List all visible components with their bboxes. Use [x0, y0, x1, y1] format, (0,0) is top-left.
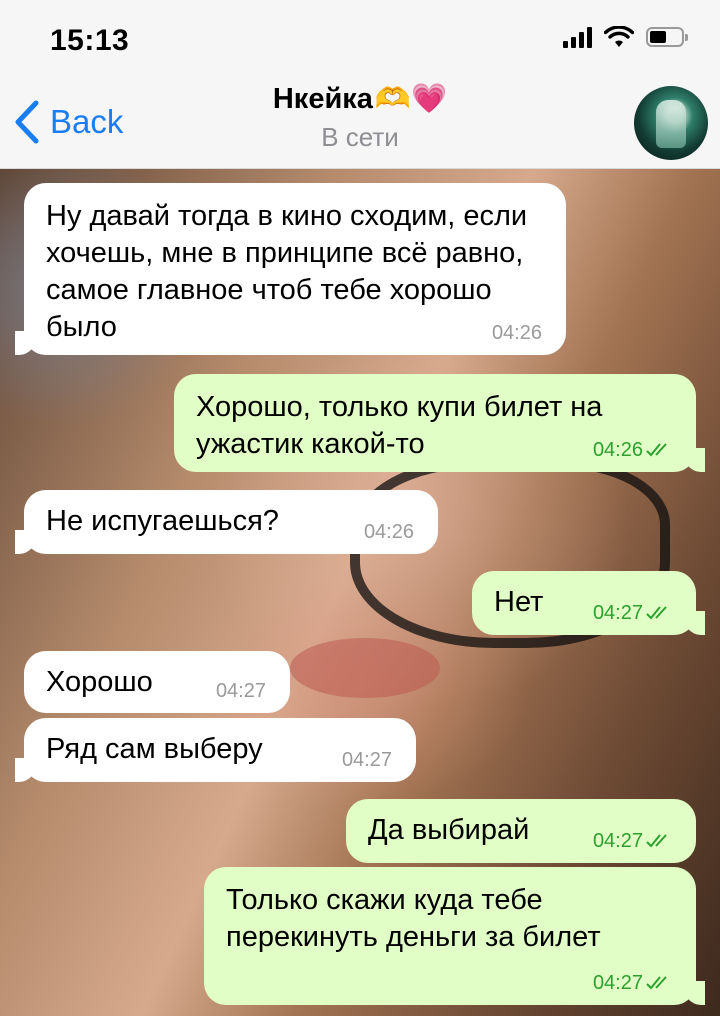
- outgoing-message[interactable]: Да выбирай 04:27: [346, 799, 696, 863]
- incoming-message[interactable]: Хорошо 04:27: [24, 651, 290, 713]
- contact-status: В сети: [321, 122, 399, 152]
- message-time: 04:27: [341, 749, 392, 771]
- message-text: Хорошо: [46, 666, 153, 698]
- battery-icon: [646, 27, 688, 47]
- message-meta: 04:27: [593, 831, 672, 851]
- message-text: Ряд сам выберу: [46, 733, 263, 765]
- contact-name: Нкейка 🫶💗: [273, 82, 447, 116]
- wallpaper-lips-shape: [290, 638, 440, 698]
- message-time: 04:27: [215, 680, 266, 702]
- message-text: Только скажи куда тебе перекинуть деньги…: [226, 884, 601, 953]
- double-check-icon: [646, 976, 667, 990]
- double-check-icon: [646, 834, 667, 848]
- message-meta: 04:27: [593, 973, 672, 993]
- status-icons: [563, 26, 688, 48]
- message-meta: 04:26: [593, 440, 672, 460]
- incoming-message[interactable]: Не испугаешься? 04:26: [15, 490, 438, 554]
- wifi-icon: [604, 26, 634, 47]
- double-check-icon: [646, 443, 667, 457]
- message-time: 04:27: [592, 602, 643, 624]
- incoming-message[interactable]: Ряд сам выберу 04:27: [15, 718, 416, 782]
- contact-name-text: Нкейка: [272, 82, 373, 115]
- cellular-signal-icon: [563, 26, 592, 48]
- message-text: Ну давай тогда в кино сходим, если хочеш…: [46, 200, 528, 343]
- outgoing-message[interactable]: Хорошо, только купи билет на ужастик как…: [174, 374, 705, 472]
- status-time: 15:13: [50, 24, 130, 57]
- double-check-icon: [646, 606, 667, 620]
- heart-hands-emoji-icon: 🫶💗: [374, 83, 448, 115]
- message-time: 04:26: [363, 521, 414, 543]
- message-text: Нет: [494, 586, 544, 618]
- chat-title-area[interactable]: Нкейка 🫶💗 В сети: [0, 82, 720, 153]
- message-time: 04:26: [592, 439, 643, 461]
- message-meta: 04:27: [593, 603, 672, 623]
- contact-avatar[interactable]: [634, 86, 708, 160]
- outgoing-message[interactable]: Только скажи куда тебе перекинуть деньги…: [204, 867, 705, 1005]
- message-time: 04:27: [592, 972, 643, 994]
- navigation-header: 15:13 Back Нкейка 🫶💗 В сети: [0, 0, 720, 169]
- message-text: Да выбирай: [368, 814, 530, 846]
- incoming-message[interactable]: Ну давай тогда в кино сходим, если хочеш…: [15, 183, 566, 355]
- message-time: 04:27: [592, 830, 643, 852]
- message-text: Не испугаешься?: [46, 505, 279, 537]
- message-text: Хорошо, только купи билет на ужастик как…: [196, 391, 603, 460]
- message-time: 04:26: [491, 322, 542, 344]
- outgoing-message[interactable]: Нет 04:27: [472, 571, 705, 635]
